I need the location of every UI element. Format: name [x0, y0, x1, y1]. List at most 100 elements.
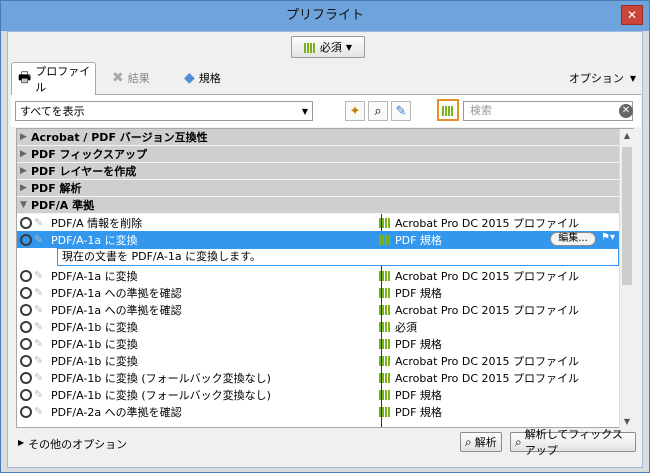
category-row[interactable]: ▶ Acrobat / PDF バージョン互換性	[17, 129, 619, 146]
options-label: オプション	[568, 72, 624, 85]
magnifier-icon	[20, 320, 32, 333]
item-name: PDF/A-1b に変換 (フォールバック変換なし)	[51, 388, 271, 402]
tab-profiles-label: プロファイル	[35, 65, 91, 94]
wizard-icon: ✦	[349, 103, 361, 119]
item-name: PDF/A-1b に変換	[51, 354, 138, 368]
list-item[interactable]: ✎ PDF/A-1b に変換 Acrobat Pro DC 2015 プロファイル	[17, 352, 619, 369]
chevron-down-icon: ▼	[629, 73, 636, 83]
tab-profiles[interactable]: 🖶 プロファイル	[11, 62, 96, 95]
item-icons: ✎	[17, 216, 51, 229]
bars-icon	[379, 304, 391, 315]
edit-button[interactable]: 編集...	[550, 232, 596, 246]
bars-icon	[379, 321, 391, 332]
item-condition: PDF 規格	[379, 387, 442, 403]
category-label: PDF/A 準拠	[31, 199, 95, 212]
item-condition: Acrobat Pro DC 2015 プロファイル	[379, 302, 579, 318]
scroll-up-arrow[interactable]: ▲	[622, 131, 632, 140]
category-row[interactable]: ▼ PDF/A 準拠	[17, 197, 619, 214]
wrench-icon: ✎	[34, 268, 44, 282]
list-item[interactable]: ✎ PDF/A 情報を削除 Acrobat Pro DC 2015 プロファイル	[17, 214, 619, 231]
bars-icon	[379, 217, 391, 228]
profile-filter-dropdown[interactable]: 必須 ▼	[291, 36, 365, 58]
item-condition: 必須	[379, 319, 417, 335]
expand-triangle-icon[interactable]: ▶	[17, 183, 31, 193]
list-item[interactable]: ✎ PDF/A-1b に変換 必須	[17, 318, 619, 335]
analyze-button[interactable]: ⌕ 解析	[460, 432, 502, 452]
item-description: 現在の文書を PDF/A-1a に変換します。	[57, 248, 619, 266]
wrench-icon: ✎	[34, 370, 44, 384]
category-label: PDF レイヤーを作成	[31, 165, 137, 178]
category-row[interactable]: ▶ PDF フィックスアップ	[17, 146, 619, 163]
item-condition: PDF 規格	[379, 285, 442, 301]
profile-options-button[interactable]: ✦	[345, 101, 365, 121]
bars-icon	[379, 372, 391, 383]
vertical-scrollbar[interactable]: ▲ ▼	[619, 129, 634, 428]
bottom-bar: ▶ その他のオプション ⌕ 解析 ⌕ 解析してフィックスアップ	[16, 428, 636, 458]
profile-filter-value: 必須	[319, 41, 342, 54]
expand-triangle-icon[interactable]: ▶	[17, 132, 31, 142]
magnifier-icon	[20, 269, 32, 282]
item-condition: Acrobat Pro DC 2015 プロファイル	[379, 353, 579, 369]
list-item[interactable]: ✎ PDF/A-1a に変換 PDF 規格 編集... ⚑▾	[17, 231, 619, 248]
item-name: PDF/A 情報を削除	[51, 216, 143, 230]
expand-triangle-icon[interactable]: ▼	[17, 200, 31, 210]
item-condition: PDF 規格	[379, 404, 442, 420]
client-area: 必須 ▼ 🖶 プロファイル ✖ 結果 ◆ 規格 オプション ▼ すべてを表示 ▼	[7, 31, 643, 468]
show-all-dropdown[interactable]: すべてを表示 ▼	[15, 101, 313, 121]
fixup-button[interactable]: ✎	[391, 101, 411, 121]
item-name: PDF/A-1b に変換	[51, 320, 138, 334]
list-item[interactable]: ✎ PDF/A-1a への準拠を確認 Acrobat Pro DC 2015 プロフ…	[17, 301, 619, 318]
item-condition-label: Acrobat Pro DC 2015 プロファイル	[395, 216, 580, 230]
item-name: PDF/A-1b に変換 (フォールバック変換なし)	[51, 371, 271, 385]
item-condition-label: Acrobat Pro DC 2015 プロファイル	[395, 269, 580, 283]
inspect-button[interactable]: ⌕	[368, 101, 388, 121]
list-item[interactable]: ✎ PDF/A-1b に変換 (フォールバック変換なし) PDF 規格	[17, 386, 619, 403]
list-item[interactable]: ✎ PDF/A-1a に変換 Acrobat Pro DC 2015 プロファイル	[17, 267, 619, 284]
expand-triangle-icon[interactable]: ▶	[17, 166, 31, 176]
tab-results-label: 結果	[127, 72, 150, 85]
more-options-toggle[interactable]: ▶ その他のオプション	[18, 436, 127, 452]
scroll-down-arrow[interactable]: ▼	[622, 417, 632, 426]
item-icons: ✎	[17, 370, 51, 384]
magnifier-icon	[20, 216, 32, 229]
tab-results[interactable]: ✖ 結果	[112, 62, 150, 94]
profile-list[interactable]: ▶ Acrobat / PDF バージョン互換性 ▶ PDF フィックスアップ ▶ PDF…	[16, 128, 634, 428]
scroll-thumb[interactable]	[622, 147, 632, 285]
magnifier-icon	[20, 303, 32, 316]
expand-triangle-icon[interactable]: ▶	[17, 149, 31, 159]
category-label: PDF 解析	[31, 182, 82, 195]
close-button[interactable]: ✕	[621, 5, 643, 25]
magnifier-icon	[20, 405, 32, 418]
analyze-fixup-button[interactable]: ⌕ 解析してフィックスアップ	[510, 428, 636, 457]
bars-icon	[379, 389, 391, 400]
bars-icon	[379, 406, 391, 417]
bars-icon	[379, 234, 391, 245]
list-item[interactable]: ✎ PDF/A-1a への準拠を確認 PDF 規格	[17, 284, 619, 301]
bars-icon	[379, 355, 391, 366]
clear-search-icon[interactable]: ✕	[619, 104, 633, 118]
tab-standards[interactable]: ◆ 規格	[184, 62, 221, 94]
search-input[interactable]: 検索	[463, 101, 633, 121]
flag-icon[interactable]: ⚑▾	[601, 232, 615, 243]
item-icons: ✎	[17, 405, 51, 418]
item-icons: ✎	[17, 337, 51, 350]
filter-toggle-button[interactable]	[437, 99, 459, 121]
wrench-icon: ✎	[34, 302, 44, 316]
show-all-value: すべてを表示	[20, 105, 85, 118]
item-condition: Acrobat Pro DC 2015 プロファイル	[379, 215, 579, 231]
triangle-right-icon: ▶	[18, 438, 25, 447]
list-item[interactable]: ✎ PDF/A-1b に変換 (フォールバック変換なし) Acrobat Pro D…	[17, 369, 619, 386]
magnifier-icon	[20, 354, 32, 367]
options-menu[interactable]: オプション ▼	[569, 70, 636, 86]
item-condition-label: PDF 規格	[395, 405, 442, 419]
magnifier-icon: ⌕	[465, 434, 472, 449]
wrench-icon: ✎	[34, 353, 44, 367]
category-row[interactable]: ▶ PDF 解析	[17, 180, 619, 197]
item-condition-label: Acrobat Pro DC 2015 プロファイル	[395, 354, 580, 368]
bars-icon	[379, 287, 391, 298]
list-item[interactable]: ✎ PDF/A-1b に変換 PDF 規格	[17, 335, 619, 352]
item-name: PDF/A-2a への準拠を確認	[51, 405, 182, 419]
list-item[interactable]: ✎ PDF/A-2a への準拠を確認 PDF 規格	[17, 403, 619, 420]
item-name: PDF/A-1a への準拠を確認	[51, 286, 182, 300]
category-row[interactable]: ▶ PDF レイヤーを作成	[17, 163, 619, 180]
